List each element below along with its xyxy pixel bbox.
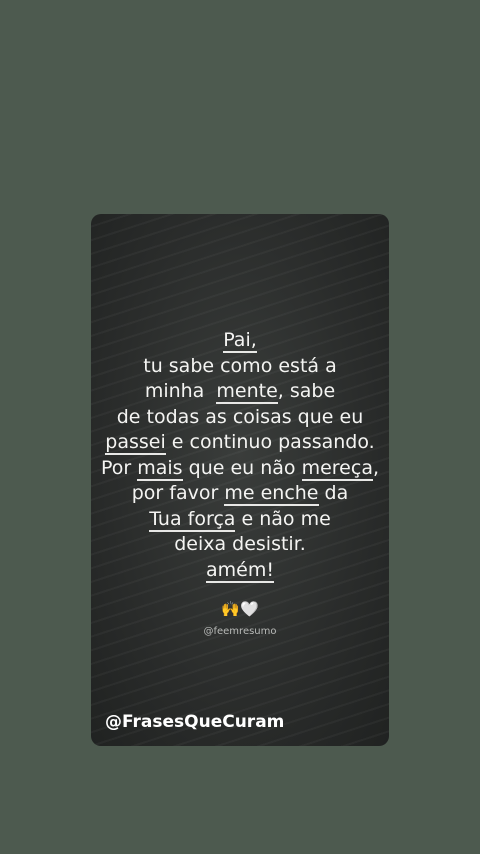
- quote-line: tu sabe como está a: [143, 354, 337, 377]
- quote-line: de todas as coisas que eu: [116, 405, 364, 428]
- quote-line: deixa desistir.: [174, 533, 306, 555]
- quote-word: me enche: [224, 482, 319, 506]
- quote-word: e continuo passando.: [165, 431, 375, 453]
- quote-word: da: [318, 482, 349, 504]
- quote-word: ,: [372, 456, 380, 479]
- quote-word: Pai,: [223, 329, 257, 353]
- quote-line: por favor me enche da: [91, 481, 389, 507]
- quote-word: Tua força: [149, 507, 236, 532]
- quote-word: mereça: [301, 456, 373, 481]
- quote-line: Tua força e não me: [91, 507, 389, 533]
- quote-line: Por mais que eu não mereça,: [91, 456, 389, 482]
- raised-hands-icon: 🙌: [221, 600, 240, 618]
- quote-line: passei e continuo passando.: [91, 430, 389, 456]
- quote-word: e não me: [235, 507, 331, 530]
- quote-word: por favor: [131, 482, 225, 504]
- quote-text: Pai, tu sabe como está a minha mente, sa…: [91, 328, 389, 583]
- white-heart-icon: 🤍: [240, 600, 259, 618]
- quote-word: que eu não: [182, 456, 302, 479]
- quote-word: Por: [100, 456, 138, 479]
- author-handle: @feemresumo: [203, 626, 277, 637]
- footer-handle: @FrasesQueCuram: [105, 712, 285, 732]
- quote-line: minha mente, sabe: [91, 379, 389, 405]
- quote-line: amém!: [91, 558, 389, 584]
- quote-line: Pai,: [91, 328, 389, 354]
- quote-word: mais: [137, 456, 183, 481]
- emoji-row: 🙌🤍: [91, 600, 389, 618]
- quote-word: minha: [144, 380, 217, 402]
- quote-word: passei: [105, 431, 166, 455]
- quote-card: Pai, tu sabe como está a minha mente, sa…: [91, 214, 389, 746]
- quote-word: mente: [216, 380, 278, 404]
- quote-word: , sabe: [277, 380, 336, 402]
- quote-word: amém!: [206, 558, 274, 583]
